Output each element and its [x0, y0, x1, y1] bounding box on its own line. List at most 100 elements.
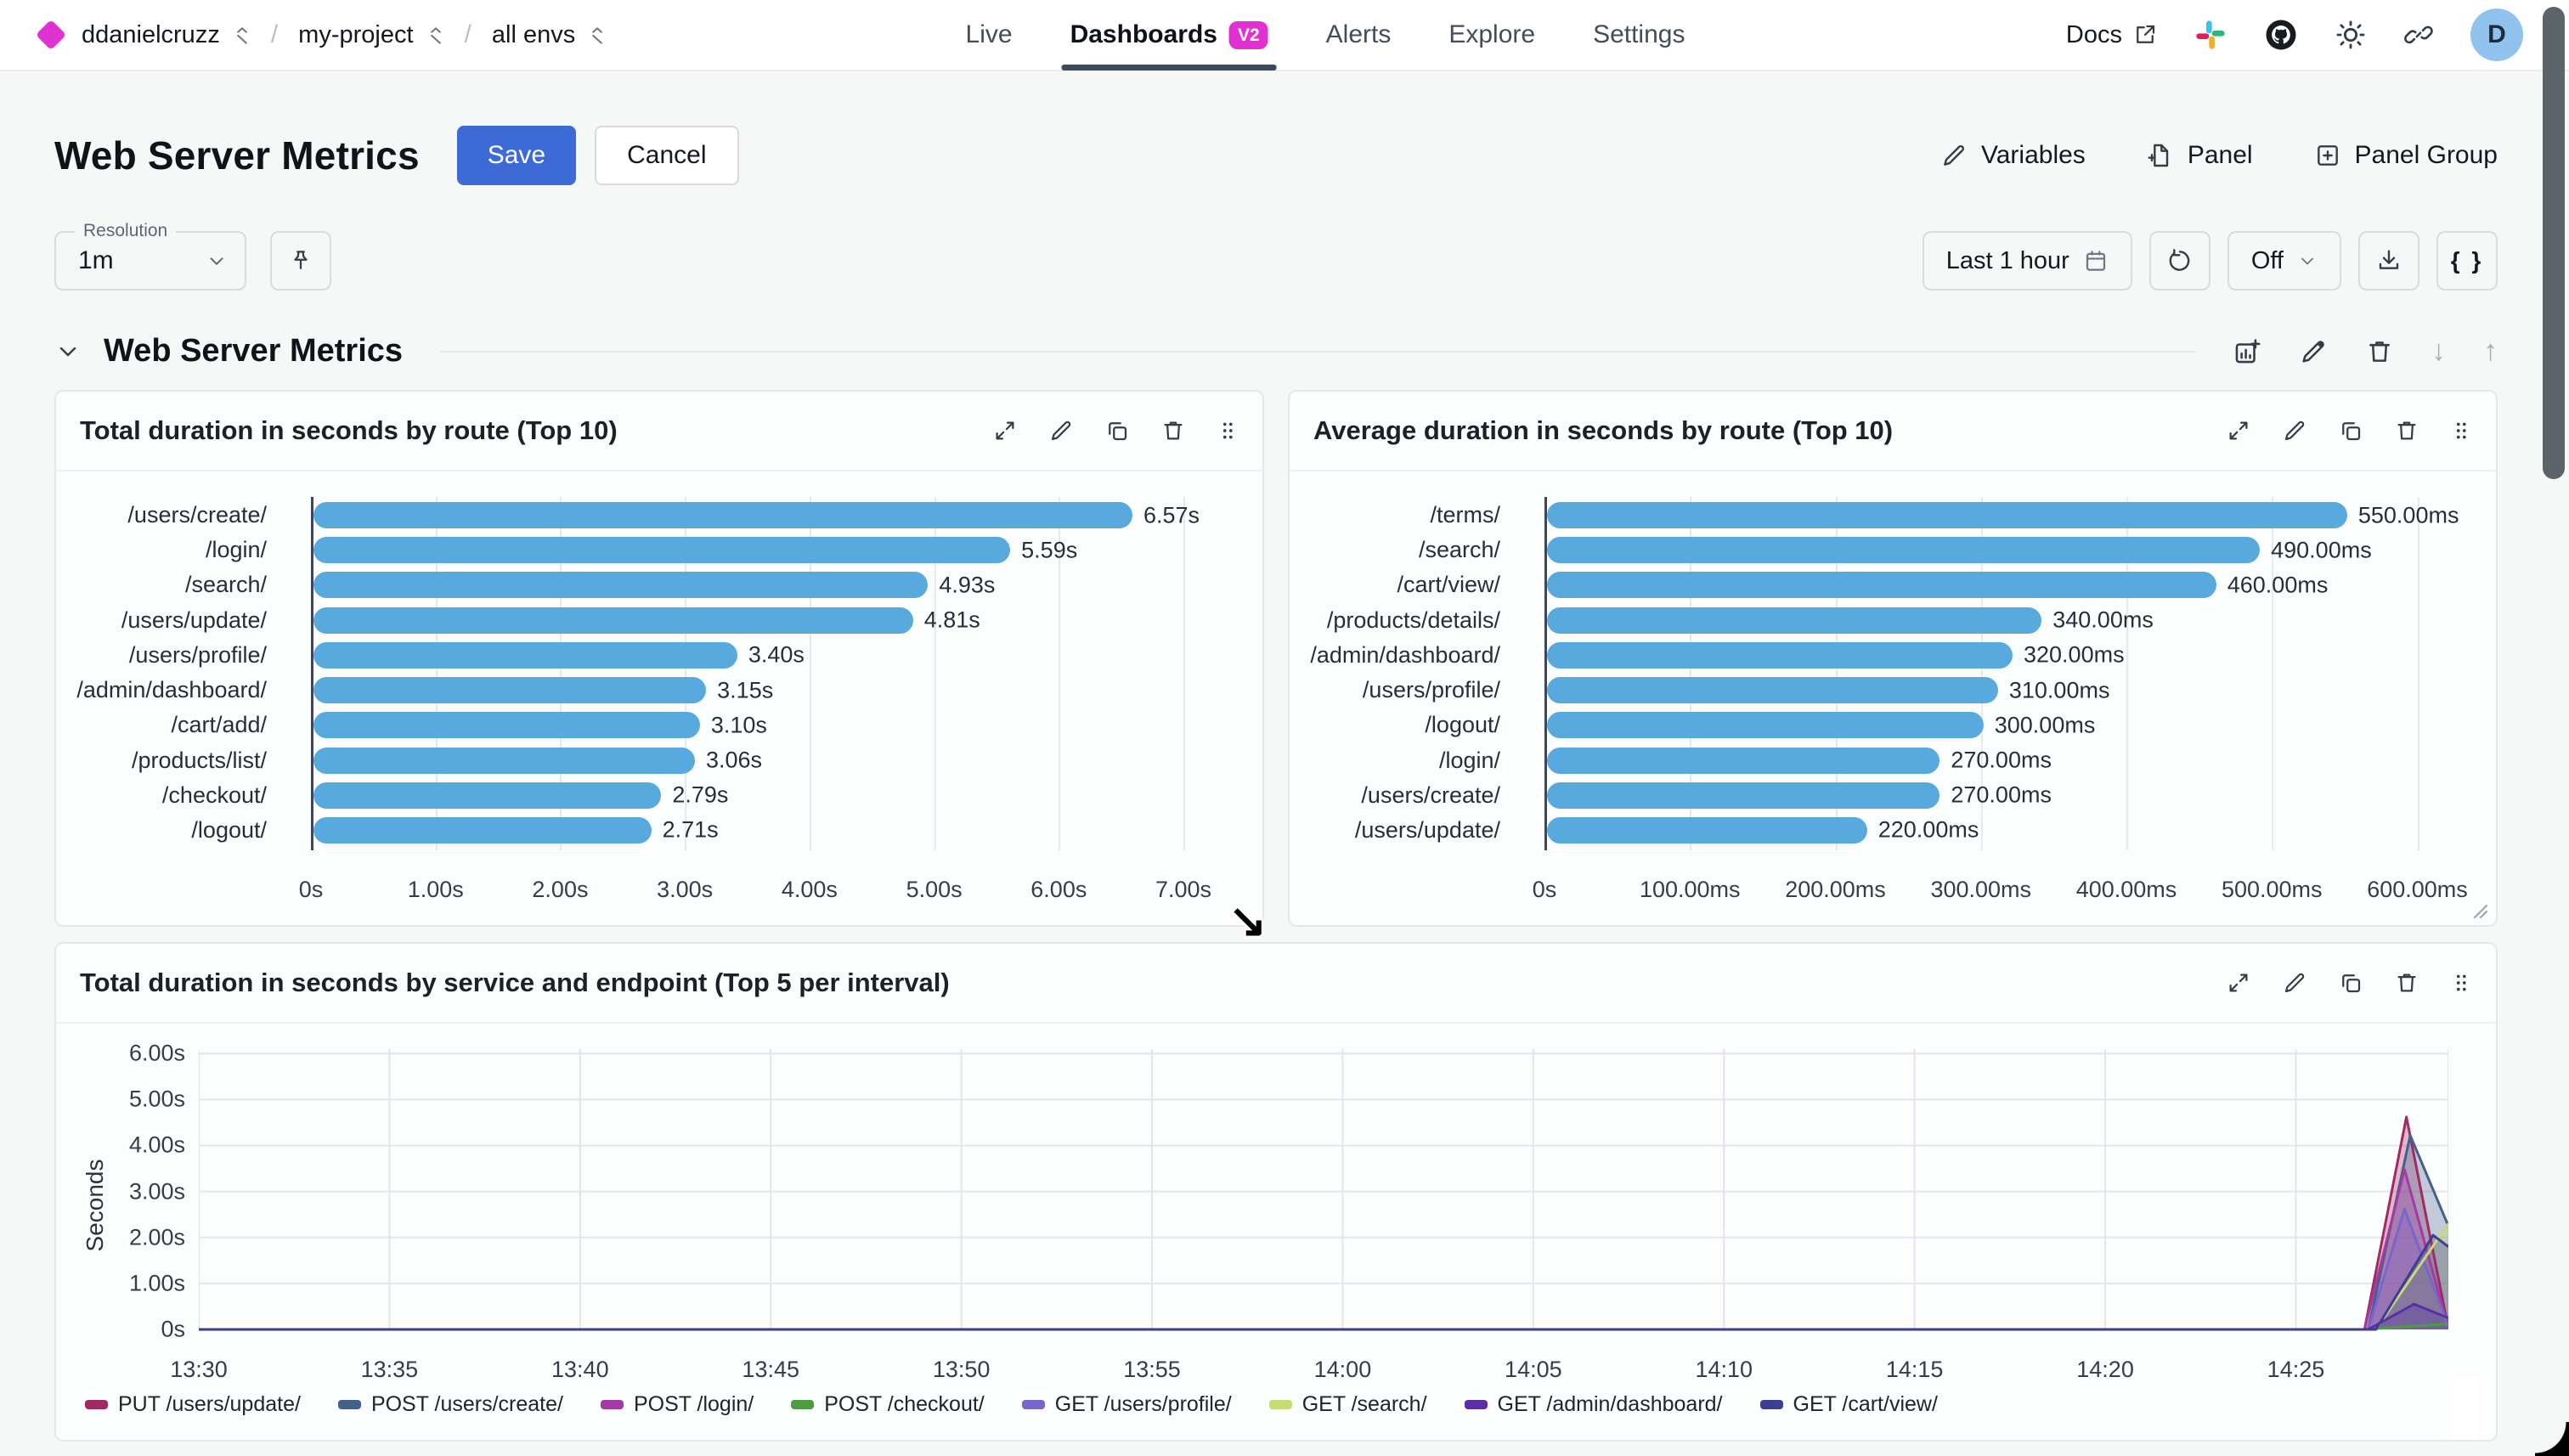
legend-item[interactable]: POST /checkout/ — [791, 1392, 985, 1417]
expand-icon[interactable] — [992, 418, 1018, 443]
download-button[interactable] — [2358, 231, 2419, 291]
select-updown-icon[interactable] — [589, 25, 606, 45]
delete-icon[interactable] — [2365, 337, 2394, 366]
bar[interactable] — [313, 782, 661, 809]
x-tick-label: 14:15 — [1886, 1357, 1944, 1383]
pin-resolution-button[interactable] — [270, 231, 331, 291]
select-updown-icon[interactable] — [234, 25, 251, 45]
edit-icon[interactable] — [2299, 337, 2328, 366]
drag-handle-icon[interactable] — [2450, 970, 2472, 996]
bar-category-label: /admin/dashboard/ — [1290, 642, 1522, 669]
square-plus-icon — [2314, 142, 2341, 169]
breadcrumb-env[interactable]: all envs — [492, 21, 575, 49]
nav-live[interactable]: Live — [963, 0, 1016, 71]
drag-handle-icon[interactable] — [2450, 418, 2472, 443]
move-down-icon[interactable]: ↓ — [2431, 335, 2446, 368]
bar[interactable] — [1547, 817, 1867, 844]
bar[interactable] — [313, 502, 1132, 528]
series-area — [199, 1304, 2448, 1329]
bar-category-label: /cart/view/ — [1290, 572, 1522, 598]
bar-row: /users/create/270.00ms — [1290, 782, 2476, 809]
legend-item[interactable]: PUT /users/update/ — [85, 1392, 301, 1417]
theme-sun-icon[interactable] — [2335, 19, 2367, 51]
bar-value-label: 2.79s — [672, 782, 728, 809]
copy-icon[interactable] — [2338, 970, 2363, 996]
legend-item[interactable]: GET /cart/view/ — [1760, 1392, 1938, 1417]
delete-icon[interactable] — [1160, 418, 1186, 443]
cancel-button[interactable]: Cancel — [595, 126, 738, 185]
collapse-chevron-icon[interactable] — [54, 338, 82, 365]
expand-icon[interactable] — [2226, 970, 2251, 996]
window-rounded-corner — [2535, 1422, 2569, 1456]
drag-handle-icon[interactable] — [1217, 418, 1239, 443]
legend-swatch — [1022, 1400, 1045, 1409]
avatar[interactable]: D — [2470, 8, 2523, 61]
panel-scrollbar-track[interactable] — [2453, 1375, 2479, 1440]
copy-icon[interactable] — [1104, 418, 1130, 443]
legend-item[interactable]: GET /admin/dashboard/ — [1465, 1392, 1723, 1417]
legend-item[interactable]: GET /search/ — [1269, 1392, 1427, 1417]
bar[interactable] — [1547, 607, 2041, 634]
auto-refresh-select[interactable]: Off — [2227, 231, 2341, 291]
panel-title: Average duration in seconds by route (To… — [1313, 415, 1893, 446]
slack-icon[interactable] — [2194, 18, 2227, 52]
edit-icon[interactable] — [1048, 418, 1074, 443]
bar[interactable] — [313, 572, 928, 598]
legend-item[interactable]: GET /users/profile/ — [1022, 1392, 1232, 1417]
legend-label: GET /search/ — [1302, 1392, 1427, 1417]
select-updown-icon[interactable] — [427, 25, 444, 45]
nav-alerts[interactable]: Alerts — [1323, 0, 1395, 71]
move-up-icon[interactable]: ↑ — [2483, 335, 2498, 368]
bar-value-label: 320.00ms — [2024, 642, 2125, 669]
nav-explore[interactable]: Explore — [1445, 0, 1539, 71]
edit-icon[interactable] — [2282, 418, 2307, 443]
bar[interactable] — [1547, 748, 1939, 774]
bar[interactable] — [1547, 502, 2347, 528]
resolution-select[interactable]: Resolution 1m — [54, 231, 246, 291]
json-view-button[interactable]: { } — [2436, 231, 2498, 291]
bar-value-label: 460.00ms — [2227, 572, 2329, 598]
bar[interactable] — [1547, 677, 1998, 703]
legend-item[interactable]: POST /users/create/ — [338, 1392, 563, 1417]
legend-item[interactable]: POST /login/ — [601, 1392, 754, 1417]
panel-resize-handle[interactable] — [2472, 903, 2489, 920]
x-tick-label: 14:25 — [2267, 1357, 2325, 1383]
bar[interactable] — [1547, 642, 2013, 669]
bar[interactable] — [313, 817, 652, 844]
copy-icon[interactable] — [2338, 418, 2363, 443]
bar[interactable] — [313, 712, 700, 738]
add-panel-button[interactable]: Panel — [2147, 141, 2253, 170]
breadcrumb-project[interactable]: my-project — [298, 21, 413, 49]
bar[interactable] — [313, 537, 1010, 563]
variables-button[interactable]: Variables — [1940, 141, 2086, 170]
expand-icon[interactable] — [2226, 418, 2251, 443]
bar[interactable] — [313, 748, 695, 774]
add-panel-group-button[interactable]: Panel Group — [2314, 141, 2498, 170]
refresh-button[interactable] — [2149, 231, 2210, 291]
bar[interactable] — [313, 607, 913, 634]
axis-tick-label: 500.00ms — [2222, 877, 2323, 903]
docs-link[interactable]: Docs — [2066, 21, 2158, 49]
bar-value-label: 5.59s — [1021, 537, 1077, 563]
breadcrumb-org[interactable]: ddanielcruzz — [82, 21, 220, 49]
delete-icon[interactable] — [2394, 970, 2419, 996]
add-chart-icon[interactable] — [2233, 337, 2261, 366]
delete-icon[interactable] — [2394, 418, 2419, 443]
logo-diamond-icon[interactable] — [36, 20, 66, 50]
nav-settings[interactable]: Settings — [1589, 0, 1688, 71]
bar[interactable] — [1547, 712, 1984, 738]
bar[interactable] — [1547, 572, 2216, 598]
share-link-icon[interactable] — [2402, 19, 2435, 51]
github-icon[interactable] — [2263, 17, 2299, 53]
bar[interactable] — [313, 642, 737, 669]
time-range-picker[interactable]: Last 1 hour — [1923, 231, 2132, 291]
edit-icon[interactable] — [2282, 970, 2307, 996]
time-series-plot[interactable] — [199, 1049, 2448, 1331]
nav-dashboards[interactable]: Dashboards V2 — [1067, 0, 1272, 71]
bar[interactable] — [1547, 782, 1939, 809]
bar[interactable] — [1547, 537, 2260, 563]
save-button[interactable]: Save — [457, 126, 576, 185]
bar[interactable] — [313, 677, 706, 703]
page-scrollbar-thumb[interactable] — [2543, 7, 2565, 479]
breadcrumb-separator: / — [465, 20, 471, 49]
